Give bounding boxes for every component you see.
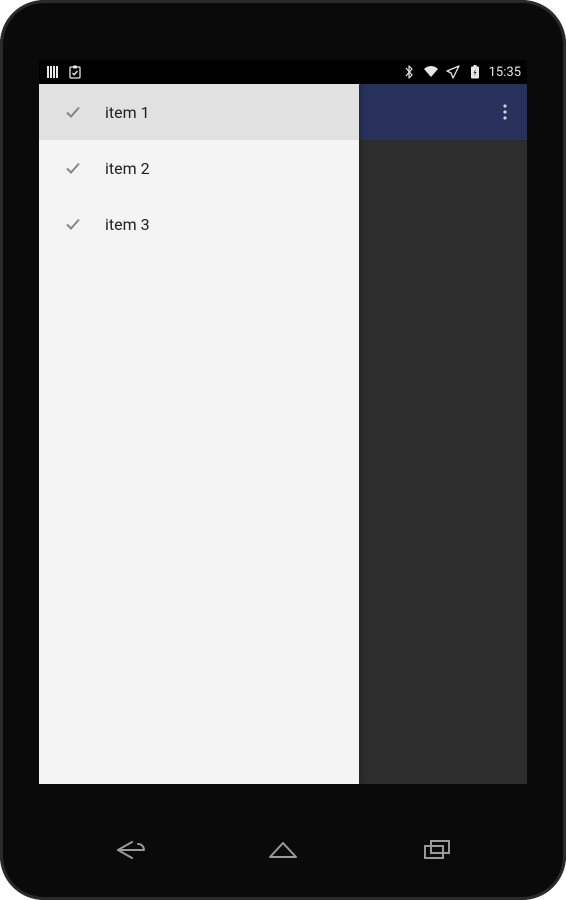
back-button[interactable]	[106, 832, 154, 868]
navigation-bar	[0, 822, 566, 878]
status-bar: 15:35	[39, 60, 527, 84]
home-button[interactable]	[259, 832, 307, 868]
check-icon	[63, 158, 83, 178]
dropdown-menu: item 1 item 2 item 3	[39, 84, 359, 784]
recent-apps-button[interactable]	[413, 832, 461, 868]
menu-item[interactable]: item 3	[39, 196, 359, 252]
content-area: item 1 item 2 item 3	[39, 84, 527, 784]
menu-item[interactable]: item 2	[39, 140, 359, 196]
airplane-mode-icon	[445, 64, 461, 80]
overflow-menu-button[interactable]	[489, 96, 521, 128]
menu-item-label: item 3	[105, 215, 150, 234]
check-icon	[63, 102, 83, 122]
check-icon	[63, 214, 83, 234]
wifi-icon	[423, 64, 439, 80]
battery-charging-icon	[467, 64, 483, 80]
bluetooth-icon	[401, 64, 417, 80]
menu-item[interactable]: item 1	[39, 84, 359, 140]
status-time: 15:35	[489, 65, 521, 80]
menu-item-label: item 2	[105, 159, 150, 178]
device-frame: 15:35 item 1 item 2	[0, 0, 566, 900]
clipboard-check-icon	[67, 64, 83, 80]
screen: 15:35 item 1 item 2	[39, 60, 527, 784]
menu-item-label: item 1	[105, 103, 150, 122]
notification-icon	[45, 64, 61, 80]
